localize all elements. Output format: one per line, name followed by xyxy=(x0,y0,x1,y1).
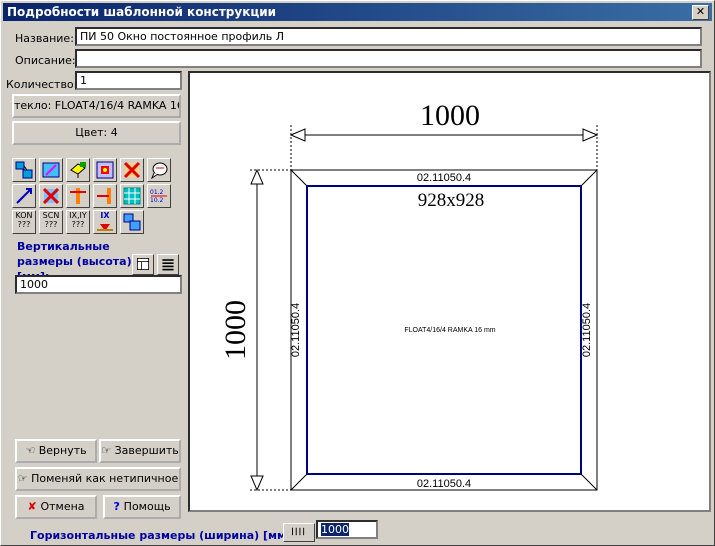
horizontal-ruler-icon[interactable] xyxy=(283,523,315,542)
tool-mullion-horizontal-icon[interactable] xyxy=(93,184,117,208)
dialog-window: Подробности шаблонной конструкции ✕ Назв… xyxy=(0,0,715,546)
tool-cut-icon[interactable] xyxy=(39,184,63,208)
close-icon: ✘ xyxy=(27,500,41,513)
profile-left-label: 02.11050.4 xyxy=(290,303,302,357)
name-field[interactable]: ПИ 50 Окно постоянное профиль Л xyxy=(75,27,702,46)
description-label: Описание: xyxy=(15,54,76,67)
description-field[interactable] xyxy=(75,49,702,68)
help-button-label: Помощь xyxy=(123,500,171,513)
tool-kon[interactable]: KON ??? xyxy=(12,210,36,234)
glass-label: FLOAT4/16/4 RAMKA 16 mm xyxy=(404,327,495,334)
tool-copy-icon[interactable] xyxy=(120,210,144,234)
finish-button-label: Завершить xyxy=(114,444,179,457)
tool-paint-icon[interactable] xyxy=(66,158,90,182)
glass-size: 928x928 xyxy=(418,190,485,211)
tool-split-icon[interactable] xyxy=(12,158,36,182)
color-button[interactable]: Цвет: 4 xyxy=(12,121,181,145)
tool-mullion-vertical-icon[interactable] xyxy=(66,184,90,208)
tool-scn[interactable]: SCN ??? xyxy=(39,210,63,234)
help-icon: ? xyxy=(113,500,124,513)
hand-right-icon: ☞ xyxy=(17,472,32,485)
change-atypical-button[interactable]: ☞ Поменяй как нетипичное xyxy=(15,467,181,491)
svg-text:01.2: 01.2 xyxy=(150,189,164,196)
tool-ix-label: IX xyxy=(100,211,110,220)
quantity-label: Количество: xyxy=(6,78,78,91)
tool-table-icon[interactable] xyxy=(120,184,144,208)
window-title: Подробности шаблонной конструкции xyxy=(7,5,277,19)
profile-bottom-label: 02.11050.4 xyxy=(417,478,471,490)
finish-button[interactable]: ☞ Завершить xyxy=(99,439,181,463)
back-button[interactable]: ☜ Вернуть xyxy=(15,439,97,463)
title-bar: Подробности шаблонной конструкции ✕ xyxy=(3,3,712,21)
tool-grid-icon[interactable] xyxy=(93,158,117,182)
hand-right-icon: ☞ xyxy=(101,444,115,457)
window-drawing: 1000 1000 02.11050.4 02.11050.4 02.11050… xyxy=(219,99,599,492)
profile-top-label: 02.11050.4 xyxy=(417,172,471,184)
tool-delete-icon[interactable] xyxy=(120,158,144,182)
hand-left-icon: ☜ xyxy=(25,444,39,457)
svg-text:10.2: 10.2 xyxy=(150,197,164,204)
tool-comment-icon[interactable] xyxy=(147,158,171,182)
view-table-icon[interactable] xyxy=(132,254,154,275)
close-button[interactable]: ✕ xyxy=(692,5,709,20)
tool-ixiy[interactable]: IX,IY ??? xyxy=(66,210,90,234)
horizontal-label: Горизонтальные размеры (ширина) [мм]: xyxy=(30,529,296,542)
horizontal-size-value: 1000 xyxy=(321,523,349,536)
glass-button[interactable]: текло: FLOAT4/16/4 RAMKA 16 m xyxy=(12,94,181,118)
back-button-label: Вернуть xyxy=(38,444,87,457)
vertical-size-field[interactable]: 1000 xyxy=(15,275,182,294)
profile-right-label: 02.11050.4 xyxy=(581,303,593,357)
cancel-button-label: Отмена xyxy=(40,500,85,513)
arrow-down-icon xyxy=(97,224,113,231)
height-dimension: 1000 xyxy=(219,300,252,360)
change-atypical-label: Поменяй как нетипичное xyxy=(31,472,179,485)
quantity-field[interactable]: 1 xyxy=(75,71,182,90)
help-button[interactable]: ? Помощь xyxy=(103,495,181,519)
name-label: Название: xyxy=(15,32,74,45)
cancel-button[interactable]: ✘ Отмена xyxy=(15,495,97,519)
tool-profile-icon[interactable] xyxy=(39,158,63,182)
tool-ix[interactable]: IX xyxy=(93,210,117,234)
tool-move-icon[interactable] xyxy=(12,184,36,208)
width-dimension: 1000 xyxy=(420,99,480,132)
tool-measure-icon[interactable]: 01.2 10.2 xyxy=(147,184,171,208)
view-list-icon[interactable] xyxy=(157,254,179,275)
horizontal-size-field[interactable]: 1000 xyxy=(316,520,378,539)
drawing-canvas: 1000 1000 02.11050.4 02.11050.4 02.11050… xyxy=(188,71,711,512)
